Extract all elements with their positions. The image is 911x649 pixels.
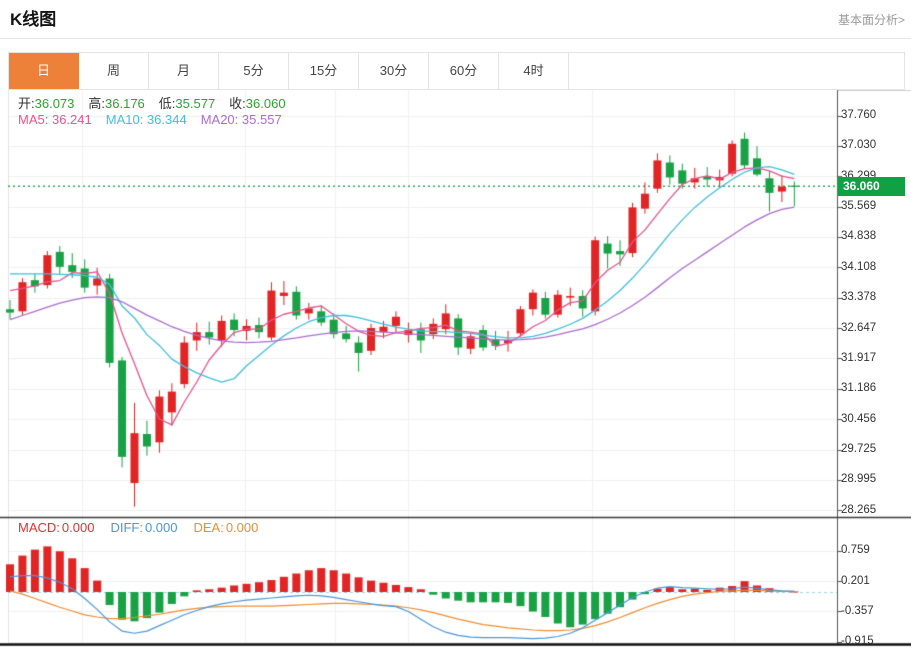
macd-value: MACD: 0.000 <box>18 520 95 535</box>
current-price-tag: 36.060 <box>838 176 905 196</box>
ma20-value: MA20: 35.557 <box>200 112 282 127</box>
macd-axis-label: -0.915 <box>841 635 874 648</box>
kline-page: K线图 基本面分析> 日 周 月 5分 15分 30分 60分 4时 开:36.… <box>0 0 911 649</box>
price-axis-label: 28.265 <box>841 503 877 516</box>
price-axis-label: 34.838 <box>841 230 877 243</box>
diff-value: DIFF: 0.000 <box>110 520 178 535</box>
price-axis-label: 32.647 <box>841 321 877 334</box>
price-axis-label: 35.569 <box>841 200 877 213</box>
title-divider <box>0 38 911 39</box>
tab-day[interactable]: 日 <box>9 53 79 89</box>
ma-info-row: MA5: 36.241 MA10: 36.344 MA20: 35.557 <box>18 112 296 127</box>
price-axis-label: 31.186 <box>841 382 877 395</box>
macd-axis-label: 0.201 <box>841 574 870 587</box>
tab-month[interactable]: 月 <box>149 53 219 89</box>
ma10-value: MA10: 36.344 <box>105 112 187 127</box>
page-title: K线图 <box>10 10 57 29</box>
dea-value: DEA: 0.000 <box>193 520 259 535</box>
tab-15min[interactable]: 15分 <box>289 53 359 89</box>
tab-week[interactable]: 周 <box>79 53 149 89</box>
macd-axis-label: 0.759 <box>841 544 870 557</box>
ohlc-info-row: 开:36.073 高:36.176 低:35.577 收:36.060 <box>18 93 300 112</box>
price-axis-label: 37.030 <box>841 139 877 152</box>
price-axis-label: 37.760 <box>841 109 877 121</box>
fundamental-analysis-link[interactable]: 基本面分析> <box>838 11 905 28</box>
tab-30min[interactable]: 30分 <box>359 53 429 89</box>
interval-tabbar: 日 周 月 5分 15分 30分 60分 4时 <box>8 52 905 90</box>
low-value: 低:35.577 <box>158 96 216 111</box>
price-axis-label: 30.456 <box>841 412 877 425</box>
close-value: 收:36.060 <box>229 96 286 111</box>
price-axis-label: 34.108 <box>841 260 877 273</box>
high-value: 高:36.176 <box>88 96 145 111</box>
tab-5min[interactable]: 5分 <box>219 53 289 89</box>
macd-axis-label: -0.357 <box>841 604 874 617</box>
price-axis-label: 29.725 <box>841 443 877 456</box>
tab-4hour[interactable]: 4时 <box>499 53 569 89</box>
macd-info-row: MACD: 0.000 DIFF: 0.000 DEA: 0.000 <box>18 520 274 535</box>
open-value: 开:36.073 <box>18 96 75 111</box>
price-axis-label: 33.378 <box>841 291 877 304</box>
price-axis-label: 31.917 <box>841 351 877 364</box>
tab-60min[interactable]: 60分 <box>429 53 499 89</box>
ma5-value: MA5: 36.241 <box>18 112 92 127</box>
price-axis-label: 28.995 <box>841 473 877 486</box>
